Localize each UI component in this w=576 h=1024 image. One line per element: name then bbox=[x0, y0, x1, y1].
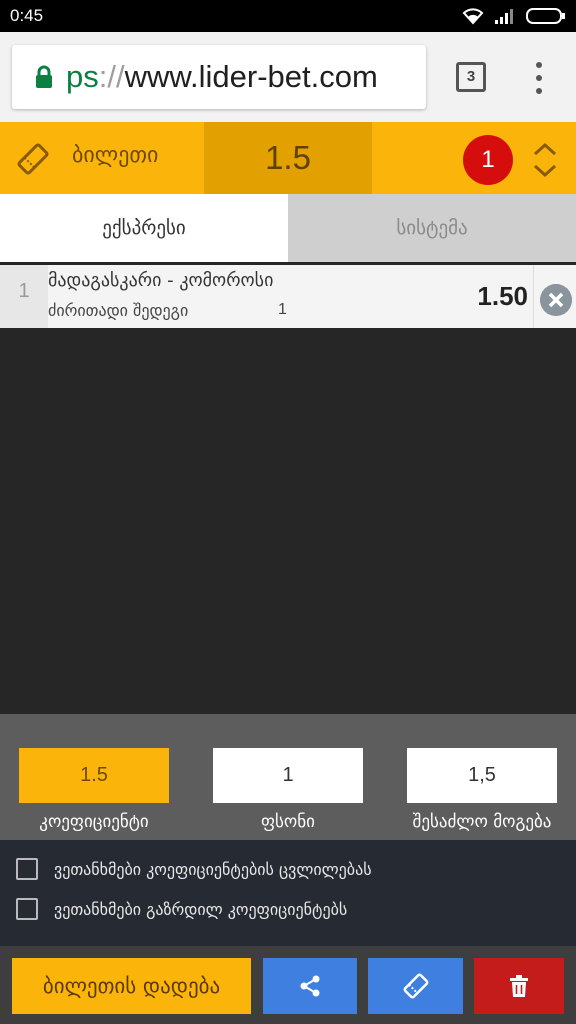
ticket-icon bbox=[17, 143, 49, 175]
bet-count-badge: 1 bbox=[463, 135, 513, 185]
accept-increased-odds-option[interactable]: ვეთანხმები გაზრდილ კოეფიციენტებს bbox=[16, 898, 347, 920]
ticket-button[interactable] bbox=[368, 958, 463, 1014]
bet-type-tabs: ექსპრესი სისტემა bbox=[0, 194, 576, 262]
accept-odds-change-label: ვეთანხმები კოეფიციენტების ცვლილებას bbox=[54, 859, 372, 879]
url-host: www.lider-bet.com bbox=[124, 59, 378, 94]
bet-row-divider bbox=[533, 265, 534, 328]
battery-icon bbox=[526, 8, 565, 24]
bet-row: 1 მადაგასკარი - კომოროსი ძირითადი შედეგი… bbox=[0, 265, 576, 328]
tab-system[interactable]: სისტემა bbox=[288, 194, 576, 262]
wifi-icon bbox=[462, 8, 484, 25]
share-icon bbox=[300, 975, 320, 997]
accept-odds-change-option[interactable]: ვეთანხმები კოეფიციენტების ცვლილებას bbox=[16, 858, 372, 880]
bet-options: ვეთანხმები კოეფიციენტების ცვლილებას ვეთა… bbox=[0, 840, 576, 946]
potential-win-label: შესაძლო მოგება bbox=[412, 812, 552, 832]
action-bar: ბილეთის დადება bbox=[0, 946, 576, 1024]
share-button[interactable] bbox=[263, 958, 357, 1014]
browser-toolbar: ps://www.lider-bet.com 3 bbox=[0, 32, 576, 122]
bet-outcome: 1 bbox=[278, 301, 287, 318]
url-scheme: ps bbox=[66, 59, 99, 94]
delete-button[interactable] bbox=[474, 958, 564, 1014]
ticket-icon bbox=[403, 973, 428, 999]
ticket-title: ბილეთი bbox=[72, 143, 159, 168]
lock-icon bbox=[36, 65, 52, 88]
bet-index: 1 bbox=[0, 265, 48, 328]
remove-bet-icon[interactable] bbox=[540, 284, 572, 316]
stake-input[interactable]: 1 bbox=[213, 748, 363, 803]
trash-icon bbox=[510, 975, 528, 997]
bet-event-name: მადაგასკარი - კომოროსი bbox=[48, 270, 274, 291]
expand-collapse-icon[interactable] bbox=[532, 142, 558, 178]
place-bet-button[interactable]: ბილეთის დადება bbox=[12, 958, 251, 1014]
tab-express[interactable]: ექსპრესი bbox=[0, 194, 288, 262]
accept-increased-odds-label: ვეთანხმები გაზრდილ კოეფიციენტებს bbox=[54, 899, 348, 919]
accept-increased-odds-checkbox[interactable] bbox=[16, 898, 38, 920]
tab-switcher-button[interactable]: 3 bbox=[456, 62, 486, 92]
potential-win-value: 1,5 bbox=[407, 748, 557, 803]
browser-menu-icon[interactable] bbox=[534, 62, 544, 94]
bet-odds: 1.50 bbox=[477, 281, 528, 311]
coefficient-value: 1.5 bbox=[19, 748, 169, 803]
bet-market: ძირითადი შედეგი bbox=[48, 301, 189, 320]
signal-icon bbox=[495, 9, 513, 24]
status-bar: 0:45 bbox=[0, 0, 576, 32]
url-separator: :// bbox=[98, 59, 125, 94]
bet-summary: 1.5 1 1,5 კოეფიციენტი ფსონი შესაძლო მოგე… bbox=[0, 714, 576, 840]
coefficient-label: კოეფიციენტი bbox=[39, 812, 149, 832]
status-time: 0:45 bbox=[10, 6, 44, 25]
address-bar[interactable]: ps://www.lider-bet.com bbox=[12, 45, 426, 109]
status-icons bbox=[462, 7, 566, 25]
ticket-header[interactable]: ბილეთი 1.5 1 bbox=[0, 122, 576, 194]
stake-label: ფსონი bbox=[261, 812, 315, 832]
accept-odds-change-checkbox[interactable] bbox=[16, 858, 38, 880]
ticket-total-odds: 1.5 bbox=[204, 122, 372, 194]
